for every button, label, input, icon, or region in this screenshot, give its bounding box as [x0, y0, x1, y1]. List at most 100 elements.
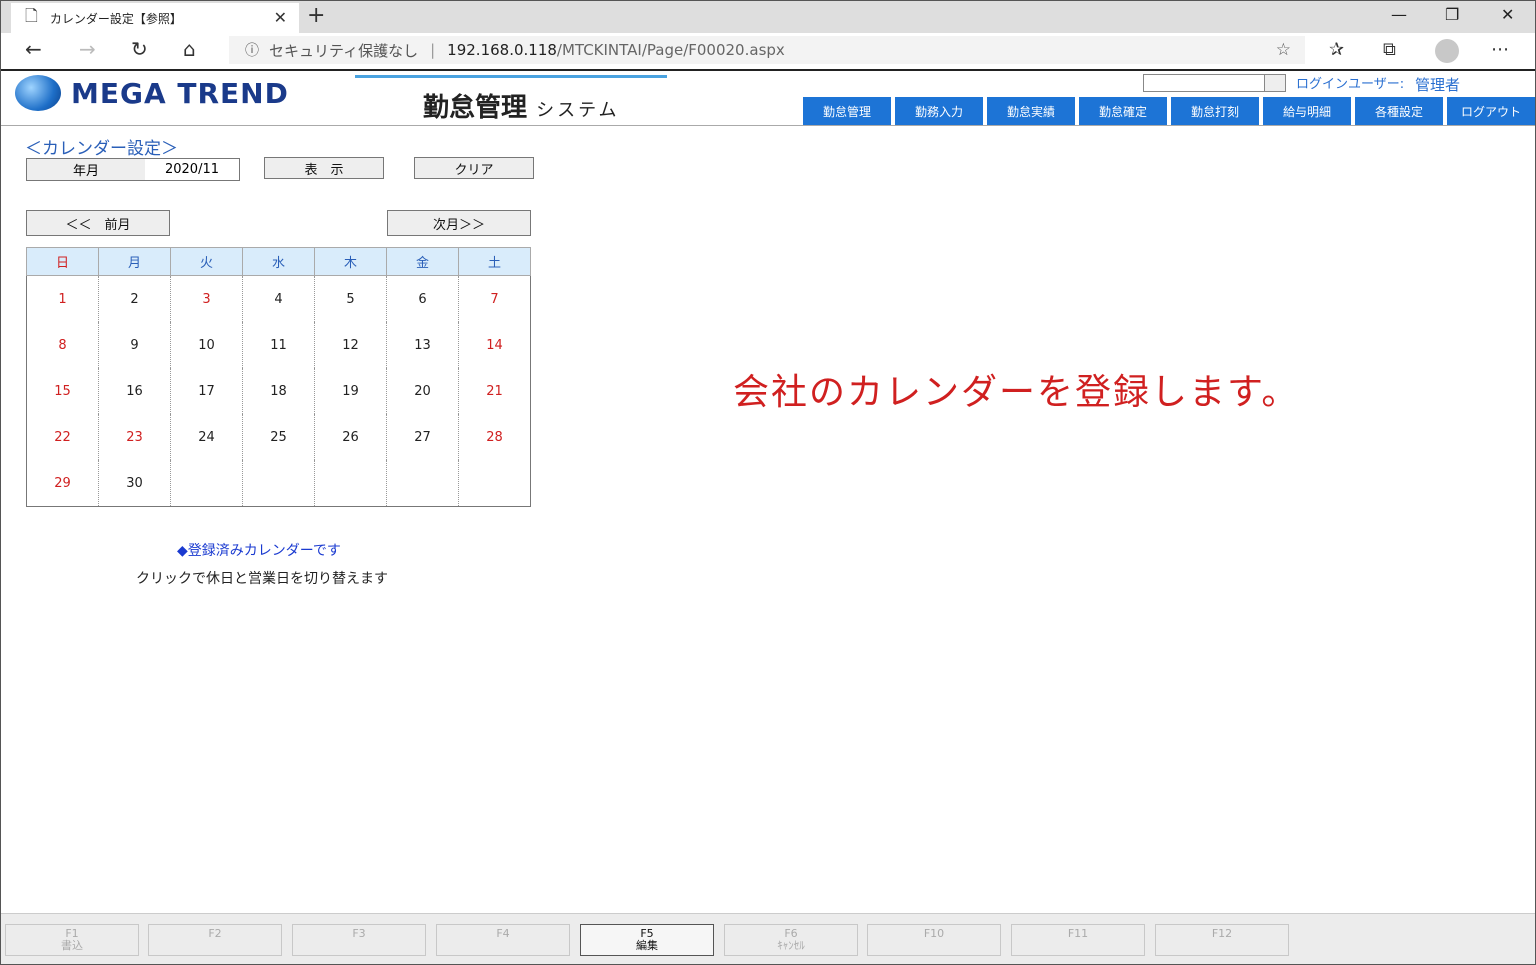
menu-item-results[interactable]: 勤怠実績	[987, 97, 1075, 125]
year-month-label: 年月	[26, 158, 146, 181]
home-icon[interactable]: ⌂	[183, 37, 196, 61]
favorite-star-icon[interactable]: ☆	[1276, 40, 1291, 60]
forward-icon[interactable]: →	[79, 37, 96, 61]
calendar-week-row: 22 23 24 25 26 27 28	[26, 414, 531, 460]
calendar-day-cell[interactable]: 3	[170, 275, 243, 322]
weekday-sat: 土	[458, 247, 531, 276]
address-bar: ← → ↻ ⌂ ⓘ セキュリティ保護なし | 192.168.0.118 /MT…	[1, 33, 1535, 71]
calendar-day-cell[interactable]: 21	[458, 368, 531, 414]
next-month-button[interactable]: 次月＞＞	[387, 210, 531, 236]
calendar-day-cell[interactable]: 23	[98, 414, 171, 460]
calendar-day-cell[interactable]: 27	[386, 414, 459, 460]
menu-item-work-input[interactable]: 勤務入力	[895, 97, 983, 125]
window-close-icon[interactable]: ✕	[1501, 5, 1514, 24]
calendar-day-cell[interactable]: 20	[386, 368, 459, 414]
refresh-icon[interactable]: ↻	[131, 37, 148, 61]
menu-item-stamp[interactable]: 勤怠打刻	[1171, 97, 1259, 125]
calendar-day-cell[interactable]: 28	[458, 414, 531, 460]
app-frame: 🗋 カレンダー設定【参照】 ✕ + — ❐ ✕ ← → ↻ ⌂ ⓘ セキュリティ…	[0, 0, 1536, 965]
calendar-day-cell[interactable]: 4	[242, 275, 315, 322]
show-button[interactable]: 表 示	[264, 157, 384, 179]
profile-avatar[interactable]	[1435, 39, 1459, 63]
function-key-f11[interactable]: F11	[1011, 924, 1145, 956]
weekday-sun: 日	[26, 247, 99, 276]
calendar-day-cell[interactable]: 22	[26, 414, 99, 460]
calendar-day-cell[interactable]: 16	[98, 368, 171, 414]
calendar-day-cell[interactable]: 8	[26, 322, 99, 368]
collections-icon[interactable]: ⧉	[1383, 39, 1396, 60]
calendar-day-cell[interactable]: 18	[242, 368, 315, 414]
calendar-day-cell[interactable]: 19	[314, 368, 387, 414]
calendar-day-cell[interactable]: 11	[242, 322, 315, 368]
page-title: ＜カレンダー設定＞	[25, 139, 178, 159]
menu-item-attendance[interactable]: 勤怠管理	[803, 97, 891, 125]
calendar-empty-cell	[170, 460, 243, 507]
calendar-week-row: 29 30	[26, 460, 531, 507]
calendar-body: 1 2 3 4 5 6 7 8 9 10 11 12 13 14 15 16 17 18 19 20 21 22 23 24 2…	[26, 275, 531, 507]
url-path: /MTCKINTAI/Page/F00020.aspx	[556, 41, 785, 59]
calendar-day-cell[interactable]: 6	[386, 275, 459, 322]
url-field[interactable]: ⓘ セキュリティ保護なし | 192.168.0.118 /MTCKINTAI/…	[229, 36, 1305, 64]
calendar-day-cell[interactable]: 25	[242, 414, 315, 460]
login-search-input[interactable]	[1143, 74, 1265, 92]
calendar-empty-cell	[386, 460, 459, 507]
favorites-icon[interactable]: ✰	[1329, 39, 1344, 60]
calendar-day-cell[interactable]: 12	[314, 322, 387, 368]
function-key-f12[interactable]: F12	[1155, 924, 1289, 956]
calendar-day-cell[interactable]: 10	[170, 322, 243, 368]
calendar-day-cell[interactable]: 29	[26, 460, 99, 507]
calendar-day-cell[interactable]: 1	[26, 275, 99, 322]
calendar-day-cell[interactable]: 13	[386, 322, 459, 368]
security-text: セキュリティ保護なし	[269, 41, 419, 60]
restore-icon[interactable]: ❐	[1445, 5, 1459, 24]
info-icon[interactable]: ⓘ	[245, 40, 259, 60]
browser-tab[interactable]: 🗋 カレンダー設定【参照】 ✕	[11, 3, 299, 33]
function-key-f2[interactable]: F2	[148, 924, 282, 956]
calendar-day-cell[interactable]: 30	[98, 460, 171, 507]
function-key-f6[interactable]: F6 ｷｬﾝｾﾙ	[724, 924, 858, 956]
system-title-main: 勤怠管理	[423, 93, 528, 123]
calendar-day-cell[interactable]: 5	[314, 275, 387, 322]
logo-text: MEGA TREND	[71, 76, 289, 110]
year-month-input[interactable]: 2020/11	[145, 158, 240, 181]
login-user-name: 管理者	[1415, 76, 1461, 94]
title-accent-bar	[355, 75, 667, 78]
function-key-f10[interactable]: F10	[867, 924, 1001, 956]
calendar-day-cell[interactable]: 24	[170, 414, 243, 460]
menu-item-settings[interactable]: 各種設定	[1355, 97, 1443, 125]
function-key-f5[interactable]: F5 編集	[580, 924, 714, 956]
function-key-code: F10	[923, 927, 945, 940]
weekday-mon: 月	[98, 247, 171, 276]
weekday-tue: 火	[170, 247, 243, 276]
main-menu: 勤怠管理 勤務入力 勤怠実績 勤怠確定 勤怠打刻 給与明細 各種設定 ログアウト	[803, 97, 1535, 125]
login-search-button[interactable]	[1264, 74, 1286, 92]
calendar-day-cell[interactable]: 2	[98, 275, 171, 322]
tab-bar: 🗋 カレンダー設定【参照】 ✕ + — ❐ ✕	[1, 1, 1535, 33]
menu-item-payslip[interactable]: 給与明細	[1263, 97, 1351, 125]
calendar-day-cell[interactable]: 9	[98, 322, 171, 368]
clear-button[interactable]: クリア	[414, 157, 534, 179]
calendar-day-cell[interactable]: 7	[458, 275, 531, 322]
calendar-grid: 日 月 火 水 木 金 土 1 2 3 4 5 6 7 8 9 10 11 12 13 14 15 16 17 1…	[26, 247, 531, 507]
page-icon: 🗋	[25, 5, 38, 25]
calendar-empty-cell	[458, 460, 531, 507]
function-key-f3[interactable]: F3	[292, 924, 426, 956]
menu-item-logout[interactable]: ログアウト	[1447, 97, 1535, 125]
minimize-icon[interactable]: —	[1391, 5, 1407, 24]
calendar-day-cell[interactable]: 15	[26, 368, 99, 414]
back-icon[interactable]: ←	[25, 37, 42, 61]
more-menu-icon[interactable]: ⋯	[1491, 39, 1509, 60]
calendar-day-cell[interactable]: 14	[458, 322, 531, 368]
tab-close-icon[interactable]: ✕	[274, 8, 287, 27]
prev-month-button[interactable]: ＜＜ 前月	[26, 210, 170, 236]
menu-item-confirm[interactable]: 勤怠確定	[1079, 97, 1167, 125]
annotation-text: 会社のカレンダーを登録します。	[733, 372, 1300, 413]
new-tab-icon[interactable]: +	[307, 3, 325, 28]
calendar-day-cell[interactable]: 26	[314, 414, 387, 460]
function-key-f4[interactable]: F4	[436, 924, 570, 956]
function-key-code: F4	[496, 927, 510, 940]
weekday-header-row: 日 月 火 水 木 金 土	[26, 247, 531, 276]
function-key-f1[interactable]: F1 書込	[5, 924, 139, 956]
toggle-instruction-note: クリックで休日と営業日を切り替えます	[136, 571, 388, 587]
calendar-day-cell[interactable]: 17	[170, 368, 243, 414]
